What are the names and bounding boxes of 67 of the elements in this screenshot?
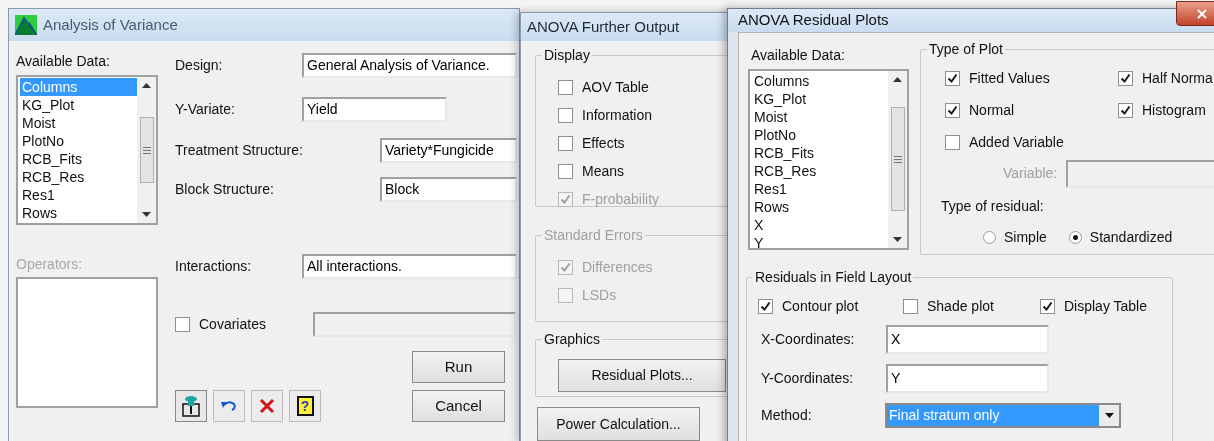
- list-item[interactable]: KG_Plot: [752, 89, 888, 108]
- list-item[interactable]: RCB_Fits: [20, 150, 137, 168]
- help-button[interactable]: ?: [289, 390, 321, 422]
- field-label: Design:: [175, 56, 224, 75]
- checkbox-label: Display Table: [1064, 297, 1147, 316]
- text-field[interactable]: General Analysis of Variance.: [302, 53, 517, 78]
- list-item[interactable]: RCB_Res: [20, 168, 137, 186]
- checkbox-label: Added Variable: [969, 133, 1064, 152]
- text-field[interactable]: X: [886, 324, 1049, 354]
- field-label: Y-Coordinates:: [761, 368, 855, 388]
- list-item[interactable]: Rows: [20, 204, 137, 222]
- checkbox-label: Effects: [582, 133, 625, 153]
- list-item[interactable]: PlotNo: [20, 132, 137, 150]
- group-title: Graphics: [542, 330, 603, 348]
- list-item[interactable]: Res1: [752, 179, 888, 198]
- field-label: Block Structure:: [175, 180, 275, 199]
- list-item[interactable]: RCB_Fits: [752, 143, 888, 162]
- checkbox-label: Half Norma: [1142, 69, 1213, 88]
- checkbox-label: Means: [582, 161, 625, 181]
- checkbox-label: LSDs: [582, 285, 617, 305]
- list-item[interactable]: RCB_Res: [752, 161, 888, 180]
- text-field[interactable]: Y: [886, 363, 1049, 393]
- power-calculation-button[interactable]: Power Calculation...: [537, 407, 700, 441]
- operators-label: Operators:: [16, 255, 84, 273]
- window-title: ANOVA Further Output: [527, 16, 680, 37]
- checkbox-label: F-probability: [582, 189, 660, 209]
- field-label: Y-Variate:: [175, 100, 236, 119]
- help-icon: ?: [296, 396, 314, 416]
- checkbox-label: Normal: [969, 101, 1015, 120]
- checkbox-label: Fitted Values: [969, 69, 1050, 88]
- field-label: Interactions:: [175, 257, 253, 276]
- checkbox-label: Differences: [582, 257, 653, 277]
- list-item[interactable]: X: [752, 215, 888, 234]
- radio-label: Simple: [1004, 227, 1047, 247]
- field-label: X-Coordinates:: [761, 329, 856, 349]
- window-title: Analysis of Variance: [43, 14, 178, 35]
- available-data-label: Available Data:: [16, 52, 111, 70]
- checkbox-label: Covariates: [199, 315, 266, 334]
- list-item[interactable]: Moist: [20, 114, 137, 132]
- variable-label: Variable:: [1003, 164, 1058, 183]
- residual-plots-button[interactable]: Residual Plots...: [558, 359, 726, 392]
- field-label: Treatment Structure:: [175, 141, 304, 160]
- dropdown-value: Final stratum only: [887, 404, 1099, 426]
- checkbox-label: Shade plot: [927, 297, 994, 316]
- dialog-button[interactable]: Cancel: [412, 390, 505, 422]
- text-field[interactable]: Block: [380, 177, 517, 202]
- list-item[interactable]: Y: [752, 233, 888, 248]
- list-item[interactable]: Columns: [752, 71, 888, 90]
- radio-label: Standardized: [1089, 227, 1173, 247]
- dialog-button[interactable]: Run: [412, 351, 505, 383]
- list-item[interactable]: Rows: [752, 197, 888, 216]
- list-item[interactable]: KG_Plot: [20, 96, 137, 114]
- field-label: Method:: [761, 405, 813, 425]
- list-item[interactable]: Res1: [20, 186, 137, 204]
- checkbox-label: Contour plot: [782, 297, 859, 316]
- checkbox-label: AOV Table: [582, 77, 649, 97]
- window-title: ANOVA Residual Plots: [738, 10, 889, 30]
- list-item[interactable]: PlotNo: [752, 125, 888, 144]
- group-title: Display: [542, 46, 592, 64]
- text-field[interactable]: Variety*Fungicide: [380, 138, 517, 163]
- residual-type-label: Type of residual:: [941, 196, 1045, 215]
- checkbox-label: Histogram: [1142, 101, 1206, 120]
- text-field[interactable]: Yield: [302, 97, 447, 122]
- available-data-label: Available Data:: [751, 45, 846, 64]
- checkbox-label: Information: [582, 105, 653, 125]
- list-item[interactable]: Moist: [752, 107, 888, 126]
- text-field[interactable]: All interactions.: [302, 254, 517, 279]
